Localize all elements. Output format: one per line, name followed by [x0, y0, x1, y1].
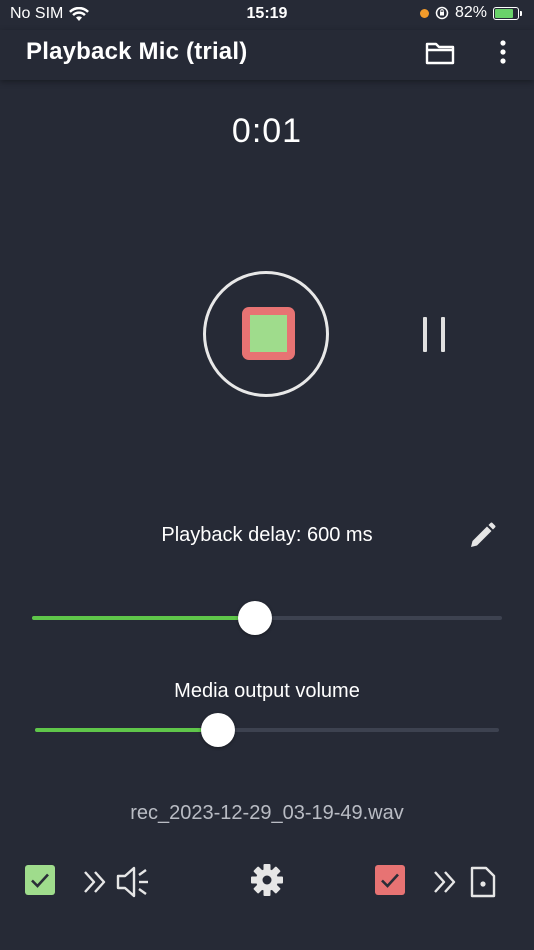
status-right: 82%	[419, 4, 522, 22]
app-bar: Playback Mic (trial)	[0, 30, 534, 80]
status-bar: No SIM 15:19 82%	[0, 0, 534, 30]
app-screen: No SIM 15:19 82% Playback Mic (trial) 0:…	[0, 0, 534, 950]
file-output-checkbox[interactable]	[375, 865, 405, 895]
pencil-icon	[471, 522, 496, 547]
recording-timer: 0:01	[231, 112, 303, 150]
app-title: Playback Mic (trial)	[26, 38, 248, 65]
route-to-file-icon	[434, 866, 496, 898]
stop-icon[interactable]	[242, 307, 295, 360]
speaker-output-checkbox[interactable]	[25, 865, 55, 895]
privacy-indicator-icon	[419, 8, 429, 18]
settings-button[interactable]	[249, 862, 285, 898]
check-icon	[31, 873, 49, 888]
battery-icon	[493, 6, 522, 20]
gear-icon	[251, 864, 283, 896]
slider-fill	[32, 616, 256, 620]
slider-fill	[35, 728, 219, 732]
media-volume-slider[interactable]	[35, 713, 499, 747]
check-icon	[381, 873, 399, 888]
playback-delay-slider[interactable]	[32, 601, 502, 635]
more-vert-icon	[500, 40, 506, 64]
edit-delay-button[interactable]	[466, 520, 498, 552]
battery-percent: 82%	[454, 4, 487, 21]
playback-delay-label: Playback delay: 600 ms	[161, 524, 373, 546]
overflow-menu-button[interactable]	[492, 38, 514, 68]
slider-thumb[interactable]	[201, 713, 236, 747]
pause-icon-bar-left	[423, 317, 427, 352]
battery-body	[493, 6, 519, 20]
pause-button[interactable]	[418, 314, 450, 356]
battery-fill	[495, 8, 514, 18]
route-to-speaker-icon	[84, 866, 148, 898]
recording-file-name: rec_2023-12-29_03-19-49.wav	[130, 802, 404, 824]
pause-icon-bar-right	[441, 317, 445, 352]
open-folder-button[interactable]	[424, 39, 456, 67]
stop-icon-inner	[250, 315, 287, 352]
slider-thumb[interactable]	[238, 601, 273, 635]
orientation-lock-icon	[435, 6, 449, 20]
media-volume-label: Media output volume	[174, 680, 360, 702]
folder-icon	[425, 42, 455, 65]
battery-tip	[520, 10, 522, 16]
